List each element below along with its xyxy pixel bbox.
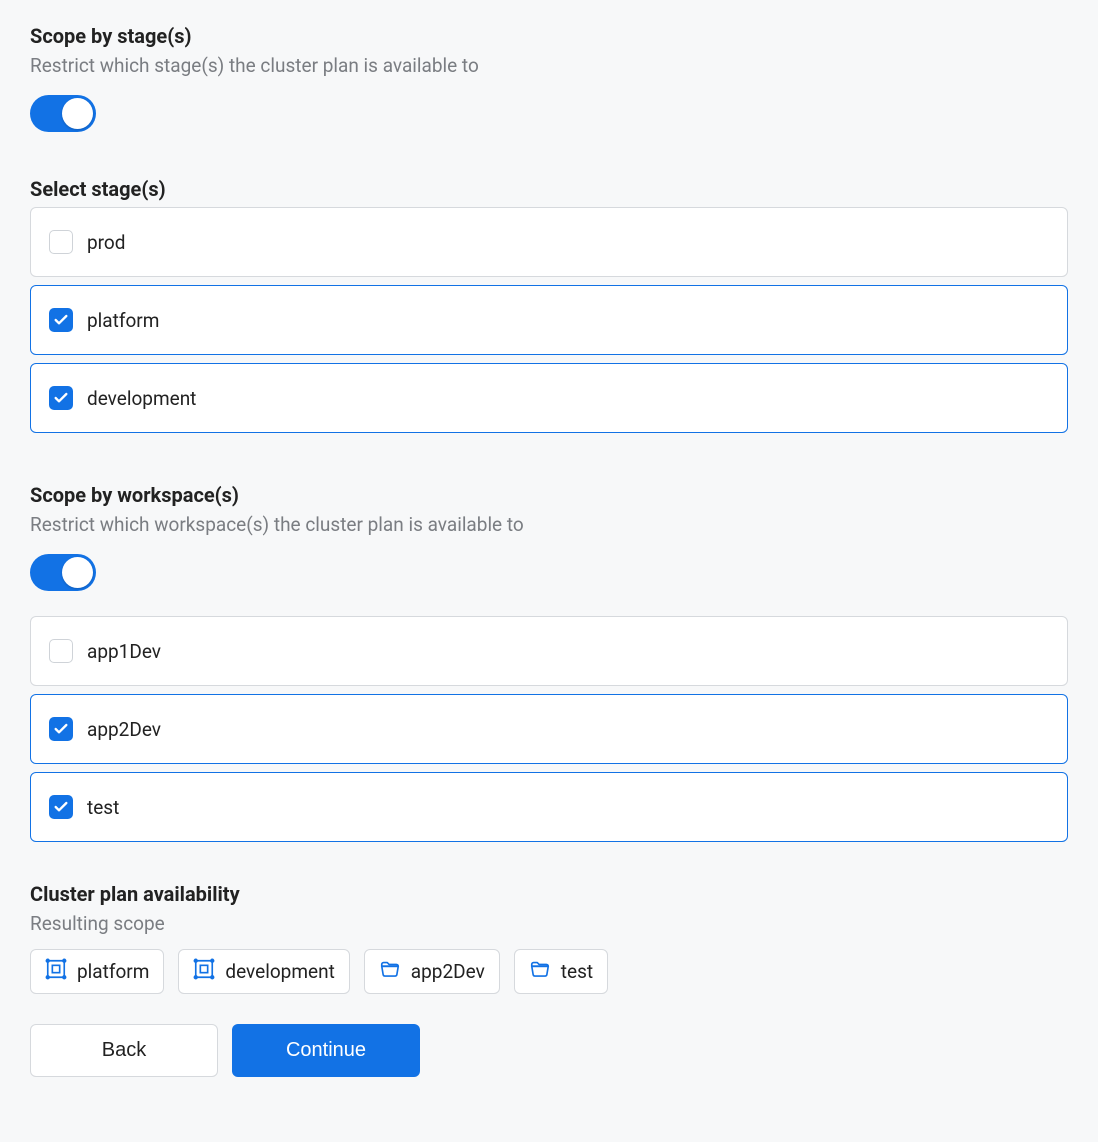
- stage-option-label: platform: [87, 309, 159, 332]
- scope-by-workspaces-section: Scope by workspace(s) Restrict which wor…: [30, 483, 1068, 596]
- scope-stages-title: Scope by stage(s): [30, 24, 1068, 48]
- select-workspaces-section: app1Dev app2Dev test: [30, 616, 1068, 842]
- select-stages-title: Select stage(s): [30, 177, 1068, 201]
- workspace-option-row[interactable]: app2Dev: [30, 694, 1068, 764]
- workspace-option-row[interactable]: app1Dev: [30, 616, 1068, 686]
- stage-option-row[interactable]: prod: [30, 207, 1068, 277]
- scope-workspaces-toggle[interactable]: [30, 554, 96, 591]
- checkbox[interactable]: [49, 230, 73, 254]
- toggle-knob-icon: [62, 557, 93, 588]
- availability-tag-label: test: [561, 960, 593, 983]
- stage-option-row[interactable]: platform: [30, 285, 1068, 355]
- stage-option-row[interactable]: development: [30, 363, 1068, 433]
- back-button[interactable]: Back: [30, 1024, 218, 1077]
- checkbox[interactable]: [49, 639, 73, 663]
- availability-section: Cluster plan availability Resulting scop…: [30, 882, 1068, 994]
- stage-icon: [45, 958, 67, 985]
- scope-stages-desc: Restrict which stage(s) the cluster plan…: [30, 54, 1068, 77]
- folder-icon: [529, 958, 551, 985]
- availability-tag: test: [514, 949, 608, 994]
- availability-tag: platform: [30, 949, 164, 994]
- workspace-option-label: app2Dev: [87, 718, 161, 741]
- scope-workspaces-desc: Restrict which workspace(s) the cluster …: [30, 513, 1068, 536]
- workspace-option-label: app1Dev: [87, 640, 161, 663]
- availability-title: Cluster plan availability: [30, 882, 1068, 906]
- checkbox[interactable]: [49, 795, 73, 819]
- workspace-option-label: test: [87, 796, 119, 819]
- scope-by-stages-section: Scope by stage(s) Restrict which stage(s…: [30, 24, 1068, 137]
- availability-tag: development: [178, 949, 349, 994]
- availability-tag: app2Dev: [364, 949, 500, 994]
- button-row: Back Continue: [30, 1024, 1068, 1077]
- stage-option-label: prod: [87, 231, 125, 254]
- scope-stages-toggle[interactable]: [30, 95, 96, 132]
- availability-tag-label: development: [225, 960, 334, 983]
- stage-option-list: prod platform development: [30, 207, 1068, 433]
- availability-tag-row: platform development app2Dev test: [30, 949, 1068, 994]
- checkbox[interactable]: [49, 717, 73, 741]
- availability-tag-label: app2Dev: [411, 960, 485, 983]
- workspace-option-row[interactable]: test: [30, 772, 1068, 842]
- folder-icon: [379, 958, 401, 985]
- checkbox[interactable]: [49, 386, 73, 410]
- continue-button[interactable]: Continue: [232, 1024, 420, 1077]
- workspace-option-list: app1Dev app2Dev test: [30, 616, 1068, 842]
- stage-option-label: development: [87, 387, 196, 410]
- stage-icon: [193, 958, 215, 985]
- toggle-knob-icon: [62, 98, 93, 129]
- availability-tag-label: platform: [77, 960, 149, 983]
- select-stages-section: Select stage(s) prod platform development: [30, 177, 1068, 433]
- checkbox[interactable]: [49, 308, 73, 332]
- availability-sub: Resulting scope: [30, 912, 1068, 935]
- scope-workspaces-title: Scope by workspace(s): [30, 483, 1068, 507]
